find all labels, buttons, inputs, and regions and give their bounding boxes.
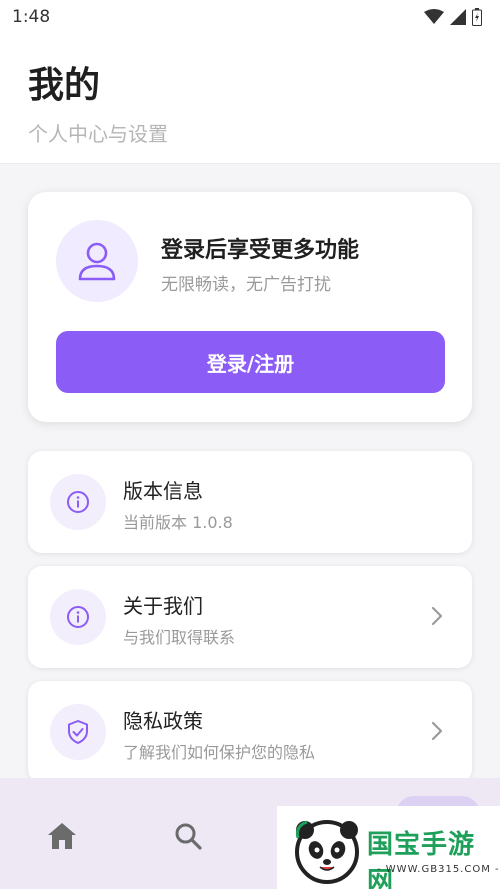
- info-icon: [67, 606, 89, 628]
- menu-item-subtitle: 当前版本 1.0.8: [123, 513, 233, 532]
- menu-item-title: 版本信息: [123, 479, 203, 503]
- login-prompt-title: 登录后享受更多功能: [161, 238, 360, 263]
- page-header: 我的 个人中心与设置: [0, 34, 500, 164]
- page-subtitle: 个人中心与设置: [28, 122, 168, 146]
- search-icon: [175, 823, 202, 850]
- login-register-button[interactable]: 登录/注册: [56, 331, 445, 393]
- login-prompt-subtitle: 无限畅读，无广告打扰: [161, 275, 331, 295]
- menu-item-subtitle: 与我们取得联系: [123, 628, 236, 647]
- nav-search[interactable]: [168, 816, 208, 856]
- menu-icon-bg: [50, 474, 106, 530]
- menu-item-about[interactable]: 关于我们 与我们取得联系: [28, 566, 472, 668]
- signal-icon: [450, 9, 466, 25]
- menu-icon-bg: [50, 589, 106, 645]
- user-icon: [78, 242, 116, 281]
- menu-item-subtitle: 了解我们如何保护您的隐私: [123, 743, 316, 762]
- menu-item-title: 关于我们: [123, 594, 203, 618]
- watermark-text: 国宝手游网: [367, 830, 476, 889]
- shield-check-icon: [68, 720, 88, 744]
- menu-item-title: 隐私政策: [123, 709, 203, 733]
- wifi-icon: [424, 9, 444, 24]
- info-icon: [67, 491, 89, 513]
- status-icons: [424, 8, 482, 26]
- login-card: 登录后享受更多功能 无限畅读，无广告打扰 登录/注册: [28, 192, 472, 422]
- nav-home[interactable]: [42, 816, 82, 856]
- menu-icon-bg: [50, 704, 106, 760]
- menu-item-version[interactable]: 版本信息 当前版本 1.0.8: [28, 451, 472, 553]
- watermark-url: - WWW.GB315.COM -: [377, 864, 500, 875]
- home-icon: [48, 823, 76, 849]
- avatar[interactable]: [56, 220, 138, 302]
- menu-item-privacy[interactable]: 隐私政策 了解我们如何保护您的隐私: [28, 681, 472, 783]
- chevron-right-icon: [431, 721, 443, 741]
- panda-logo-icon: [295, 820, 359, 884]
- status-bar: 1:48: [0, 0, 500, 34]
- status-time: 1:48: [12, 7, 51, 27]
- page-title: 我的: [28, 65, 101, 106]
- battery-icon: [472, 8, 482, 26]
- chevron-right-icon: [431, 606, 443, 626]
- watermark-overlay: 国宝手游网 - WWW.GB315.COM -: [277, 806, 500, 889]
